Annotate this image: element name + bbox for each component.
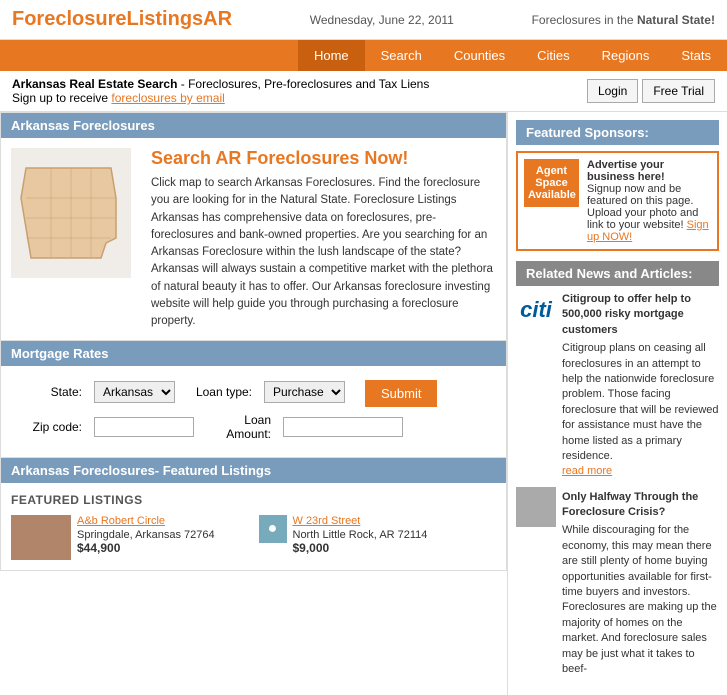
listing-address: North Little Rock, AR 72114 [293,529,428,541]
zip-row: Zip code: Loan Amount: [17,413,490,441]
zip-label: Zip code: [17,420,82,434]
listing-details: W 23rd Street North Little Rock, AR 7211… [293,515,428,555]
foreclosure-body: Click map to search Arkansas Foreclosure… [151,175,496,330]
nav-cities[interactable]: Cities [521,40,586,71]
site-logo: ForeclosureListingsAR [12,8,232,31]
listing-image [11,515,71,560]
news-item: citi Citigroup to offer help to 500,000 … [516,292,719,480]
nav-regions[interactable]: Regions [586,40,666,71]
loan-amount-label: Loan Amount: [206,413,271,441]
listing-title-link[interactable]: A&b Robert Circle [77,515,215,527]
foreclosures-email-link[interactable]: foreclosures by email [111,91,224,105]
mortgage-section: Mortgage Rates State: Arkansas Loan type… [0,341,507,458]
state-select[interactable]: Arkansas [94,381,175,403]
login-button[interactable]: Login [587,79,638,103]
related-news: Related News and Articles: citi Citigrou… [516,261,719,677]
featured-section-header: Arkansas Foreclosures- Featured Listings [1,458,506,483]
main-content: Arkansas Foreclosures [0,112,727,695]
nav-stats[interactable]: Stats [665,40,727,71]
loan-amount-input[interactable] [283,417,403,437]
listing-item: A&b Robert Circle Springdale, Arkansas 7… [11,515,249,560]
news-text: Only Halfway Through the Foreclosure Cri… [562,490,719,678]
site-header: ForeclosureListingsAR Wednesday, June 22… [0,0,727,40]
listing-title-link[interactable]: W 23rd Street [293,515,428,527]
news-item: Only Halfway Through the Foreclosure Cri… [516,490,719,678]
featured-inner: FEATURED LISTINGS A&b Robert Circle Spri… [1,483,506,570]
sponsor-text: Advertise your business here! Signup now… [587,159,711,243]
subheader-text: Arkansas Real Estate Search - Foreclosur… [12,77,429,105]
featured-section: Arkansas Foreclosures- Featured Listings… [0,458,507,571]
news-text: Citigroup to offer help to 500,000 risky… [562,292,719,480]
foreclosure-section: Arkansas Foreclosures [0,112,507,341]
listing-address: Springdale, Arkansas 72764 [77,529,215,541]
loan-type-select[interactable]: Purchase [264,381,345,403]
news-read-more-link[interactable]: read more [562,465,612,477]
mortgage-submit-button[interactable]: Submit [365,380,437,407]
mortgage-section-header: Mortgage Rates [1,341,506,366]
listing-item: ● W 23rd Street North Little Rock, AR 72… [259,515,497,560]
listing-details: A&b Robert Circle Springdale, Arkansas 7… [77,515,215,555]
header-tagline: Foreclosures in the Natural State! [532,13,715,27]
nav-home[interactable]: Home [298,40,365,71]
news-title: Only Halfway Through the Foreclosure Cri… [562,490,719,521]
listing-price: $44,900 [77,541,215,555]
featured-sponsors: Featured Sponsors: Agent Space Available… [516,120,719,251]
listing-price: $9,000 [293,541,428,555]
auth-buttons: Login Free Trial [587,79,715,103]
news-header: Related News and Articles: [516,261,719,286]
left-column: Arkansas Foreclosures [0,112,507,695]
zip-input[interactable] [94,417,194,437]
citi-logo: citi [516,292,556,327]
foreclosure-text: Search AR Foreclosures Now! Click map to… [151,148,496,330]
nav-search[interactable]: Search [365,40,438,71]
mortgage-form: State: Arkansas Loan type: Purchase Subm… [1,366,506,457]
foreclosure-title: Search AR Foreclosures Now! [151,148,496,169]
loan-type-label: Loan type: [187,385,252,399]
featured-subheader: FEATURED LISTINGS [11,493,496,507]
foreclosure-section-header: Arkansas Foreclosures [1,113,506,138]
listings-container: A&b Robert Circle Springdale, Arkansas 7… [11,515,496,560]
sponsor-box: Agent Space Available Advertise your bus… [516,151,719,251]
header-date: Wednesday, June 22, 2011 [310,13,454,27]
sponsors-header: Featured Sponsors: [516,120,719,145]
state-row: State: Arkansas Loan type: Purchase Subm… [17,376,490,407]
main-nav: Home Search Counties Cities Regions Stat… [0,40,727,71]
news-image [516,490,556,525]
state-label: State: [17,385,82,399]
listing-icon: ● [259,515,287,543]
right-column: Featured Sponsors: Agent Space Available… [507,112,727,695]
ar-map[interactable] [11,148,141,330]
agent-badge: Agent Space Available [524,159,579,207]
nav-counties[interactable]: Counties [438,40,521,71]
free-trial-button[interactable]: Free Trial [642,79,715,103]
subheader: Arkansas Real Estate Search - Foreclosur… [0,71,727,112]
foreclosure-inner: Search AR Foreclosures Now! Click map to… [1,138,506,340]
news-title: Citigroup to offer help to 500,000 risky… [562,292,719,338]
